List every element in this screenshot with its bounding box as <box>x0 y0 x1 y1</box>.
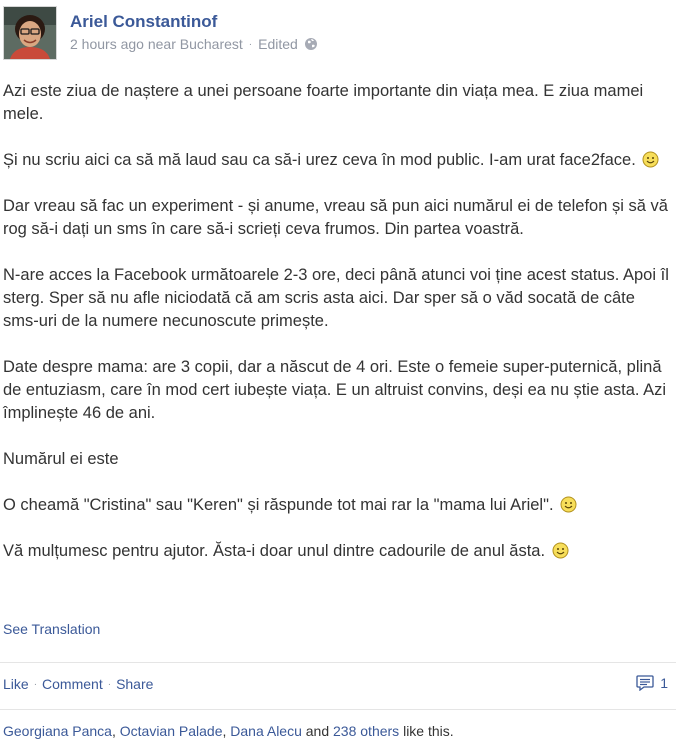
action-separator: · <box>107 678 112 690</box>
profile-photo <box>4 7 56 59</box>
smiley-icon <box>642 151 659 168</box>
comment-link[interactable]: Comment <box>42 676 103 692</box>
post-paragraph: Dar vreau să fac un experiment - și anum… <box>3 197 668 238</box>
divider <box>0 709 676 710</box>
post-paragraph: Vă mulțumesc pentru ajutor. Ăsta-i doar … <box>3 540 669 563</box>
liker-name[interactable]: Dana Alecu <box>230 723 302 739</box>
comment-count-button[interactable]: 1 <box>636 675 668 691</box>
globe-icon[interactable] <box>304 37 318 51</box>
share-link[interactable]: Share <box>116 676 153 692</box>
facebook-post: Ariel Constantinof 2 hours ago near Buch… <box>0 0 676 750</box>
divider <box>0 662 676 663</box>
likes-separator: , <box>111 723 120 739</box>
see-translation-link[interactable]: See Translation <box>3 621 100 637</box>
post-paragraph: Date despre mama: are 3 copii, dar a năs… <box>3 358 667 422</box>
liker-name[interactable]: Georgiana Panca <box>3 723 112 739</box>
post-paragraph: Și nu scriu aici ca să mă laud sau ca să… <box>3 149 669 172</box>
likes-summary: Georgiana Panca, Octavian Palade, Dana A… <box>3 723 454 739</box>
post-paragraph: Numărul ei este <box>3 450 119 468</box>
edited-label[interactable]: Edited <box>258 36 298 52</box>
others-link[interactable]: 238 others <box>333 723 399 739</box>
smiley-icon <box>552 542 569 559</box>
post-timestamp[interactable]: 2 hours ago near Bucharest <box>70 36 243 52</box>
likes-and: and <box>301 723 334 739</box>
action-bar: Like · Comment · Share <box>3 676 153 692</box>
smiley-icon <box>560 496 577 513</box>
avatar[interactable] <box>3 6 57 60</box>
post-message: Azi este ziua de naștere a unei persoane… <box>3 80 669 565</box>
action-separator: · <box>33 678 38 690</box>
post-paragraph: N-are acces la Facebook următoarele 2-3 … <box>3 266 669 330</box>
author-name[interactable]: Ariel Constantinof <box>70 12 217 32</box>
post-meta: 2 hours ago near Bucharest · Edited <box>70 36 318 52</box>
meta-separator: · <box>248 38 253 50</box>
comment-count: 1 <box>660 675 668 691</box>
post-paragraph: Azi este ziua de naștere a unei persoane… <box>3 82 644 123</box>
post-paragraph: O cheamă "Cristina" sau "Keren" și răspu… <box>3 494 669 517</box>
comment-icon <box>636 675 654 691</box>
likes-suffix: like this. <box>399 723 454 739</box>
like-link[interactable]: Like <box>3 676 29 692</box>
liker-name[interactable]: Octavian Palade <box>120 723 223 739</box>
